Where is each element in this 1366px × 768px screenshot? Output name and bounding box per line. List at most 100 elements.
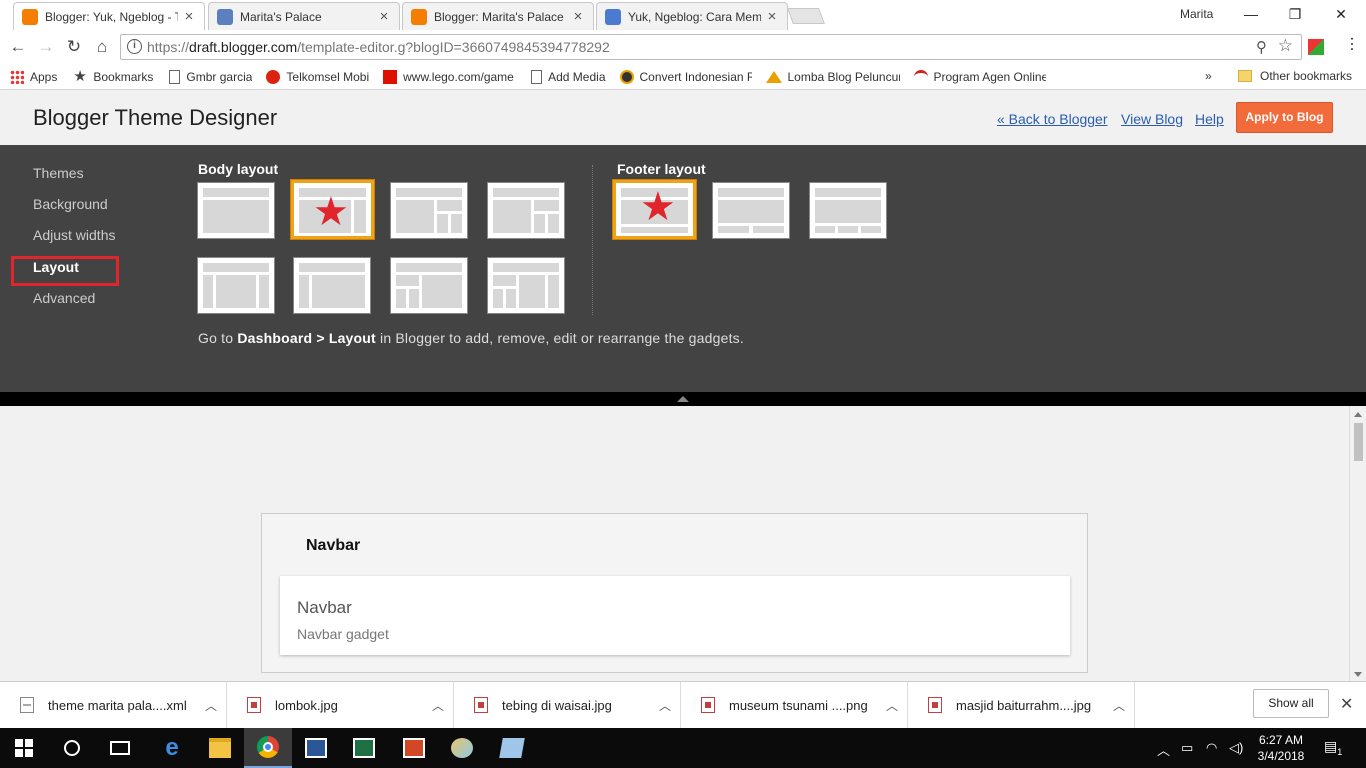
download-item[interactable]: lombok.jpg ︿ xyxy=(227,682,454,728)
paint-icon[interactable] xyxy=(438,728,486,768)
bookmark-lomba-blog[interactable]: Lomba Blog Peluncur xyxy=(765,70,900,84)
page-title: Blogger Theme Designer xyxy=(33,105,278,130)
body-layout-option-8[interactable] xyxy=(487,257,565,314)
close-tab-icon[interactable]: × xyxy=(377,8,391,25)
word-icon[interactable] xyxy=(292,728,340,768)
other-bookmarks[interactable]: Other bookmarks xyxy=(1238,69,1352,83)
chevron-up-icon[interactable]: ︿ xyxy=(423,697,453,714)
windows-taskbar: e ︿ ▭ ◠ ◁) 6:27 AM 3/4/2018 ▤1 xyxy=(0,728,1366,768)
body-layout-option-3[interactable] xyxy=(390,182,468,239)
tab-blogger-yuk-ngeblog[interactable]: Blogger: Yuk, Ngeblog - T × xyxy=(13,2,205,30)
task-view-icon[interactable] xyxy=(96,728,144,768)
volume-icon[interactable]: ◁) xyxy=(1229,740,1243,756)
body-layout-option-2-selected[interactable]: ★ xyxy=(291,180,374,239)
bookmark-gmbr-garcia[interactable]: Gmbr garcia xyxy=(169,69,252,84)
reload-icon[interactable]: ↻ xyxy=(63,36,85,58)
bookmark-telkomsel[interactable]: Telkomsel Mobi xyxy=(266,69,369,84)
download-item[interactable]: tebing di waisai.jpg ︿ xyxy=(454,682,681,728)
sidebar-item-adjust-widths[interactable]: Adjust widths xyxy=(33,227,115,243)
notification-center-icon[interactable]: ▤1 xyxy=(1324,738,1342,757)
chevron-up-icon[interactable]: ︿ xyxy=(877,697,907,714)
browser-tab-bar: Blogger: Yuk, Ngeblog - T × Marita's Pal… xyxy=(0,0,1366,30)
forward-arrow-icon[interactable]: → xyxy=(35,36,57,58)
bookmark-program-agen[interactable]: Program Agen Online xyxy=(913,69,1046,84)
restore-icon[interactable]: ❐ xyxy=(1280,3,1310,25)
minimize-icon[interactable]: — xyxy=(1236,3,1266,25)
tray-chevron-icon[interactable]: ︿ xyxy=(1157,740,1170,759)
navbar-section: Navbar Navbar Navbar gadget xyxy=(261,513,1088,673)
footer-layout-option-1-selected[interactable]: ★ xyxy=(613,180,696,239)
apply-to-blog-button[interactable]: Apply to Blog xyxy=(1236,102,1333,133)
system-clock[interactable]: 6:27 AM 3/4/2018 xyxy=(1255,732,1307,764)
body-layout-option-7[interactable] xyxy=(390,257,468,314)
download-item[interactable]: theme marita pala....xml ︿ xyxy=(0,682,227,728)
chrome-browser-icon[interactable] xyxy=(244,728,292,768)
url-input[interactable]: i https://draft.blogger.com/template-edi… xyxy=(120,34,1302,60)
back-to-blogger-link[interactable]: « Back to Blogger xyxy=(997,111,1108,127)
close-tab-icon[interactable]: × xyxy=(765,8,779,25)
preview-scrollbar[interactable] xyxy=(1349,406,1366,681)
new-tab-button[interactable] xyxy=(787,8,825,24)
panel-collapse-bar[interactable] xyxy=(0,392,1366,406)
chevron-up-icon[interactable]: ︿ xyxy=(650,697,680,714)
file-explorer-icon[interactable] xyxy=(196,728,244,768)
close-downloads-icon[interactable]: ✕ xyxy=(1340,694,1353,714)
excel-icon[interactable] xyxy=(340,728,388,768)
download-item[interactable]: museum tsunami ....png ︿ xyxy=(681,682,908,728)
chevron-up-icon[interactable]: ︿ xyxy=(1104,697,1134,714)
bookmark-lego[interactable]: www.lego.com/game xyxy=(383,69,517,84)
scroll-thumb[interactable] xyxy=(1354,423,1363,461)
chevron-up-icon[interactable]: ︿ xyxy=(196,697,226,714)
footer-layout-option-2[interactable] xyxy=(712,182,790,239)
navbar-gadget[interactable]: Navbar Navbar gadget xyxy=(280,576,1070,655)
scroll-down-icon[interactable] xyxy=(1354,672,1362,677)
close-tab-icon[interactable]: × xyxy=(182,8,196,25)
browser-menu-icon[interactable]: ⋯ xyxy=(1342,36,1361,52)
body-layout-option-5[interactable] xyxy=(197,257,275,314)
footer-layout-option-3[interactable] xyxy=(809,182,887,239)
body-layout-option-1[interactable] xyxy=(197,182,275,239)
convert-icon xyxy=(619,69,634,84)
body-layout-option-6[interactable] xyxy=(293,257,371,314)
notes-app-icon[interactable] xyxy=(488,728,536,768)
bookmark-apps[interactable]: Apps xyxy=(10,69,57,84)
page-icon xyxy=(169,69,181,84)
close-tab-icon[interactable]: × xyxy=(571,8,585,25)
powerpoint-icon[interactable] xyxy=(390,728,438,768)
navbar-gadget-subtitle: Navbar gadget xyxy=(297,626,389,642)
downloads-bar: theme marita pala....xml ︿ lombok.jpg ︿ … xyxy=(0,681,1366,728)
extension-icon[interactable] xyxy=(1308,39,1324,55)
back-arrow-icon[interactable]: ← xyxy=(7,36,29,58)
edge-browser-icon[interactable]: e xyxy=(148,728,196,768)
cortana-search-icon[interactable] xyxy=(48,728,96,768)
battery-icon[interactable]: ▭ xyxy=(1181,740,1193,756)
sidebar-item-advanced[interactable]: Advanced xyxy=(33,290,95,306)
selected-star-icon: ★ xyxy=(640,185,676,229)
tab-yuk-ngeblog-cara[interactable]: Yuk, Ngeblog: Cara Mem × xyxy=(596,2,788,30)
site-info-icon[interactable]: i xyxy=(127,39,142,54)
more-bookmarks-chevron-icon[interactable]: » xyxy=(1205,69,1212,83)
image-file-icon xyxy=(928,697,942,713)
bookmark-add-media[interactable]: Add Media xyxy=(531,69,606,84)
bookmark-star-icon[interactable]: ☆ xyxy=(1278,36,1293,56)
scroll-up-icon[interactable] xyxy=(1354,412,1362,417)
profile-name[interactable]: Marita xyxy=(1180,7,1213,21)
home-icon[interactable]: ⌂ xyxy=(91,36,113,58)
wifi-icon[interactable]: ◠ xyxy=(1206,740,1217,756)
sidebar-item-background[interactable]: Background xyxy=(33,196,108,212)
download-item[interactable]: masjid baiturrahm....jpg ︿ xyxy=(908,682,1135,728)
start-windows-icon[interactable] xyxy=(0,728,48,768)
tab-blogger-maritas-palace[interactable]: Blogger: Marita's Palace × xyxy=(402,2,594,30)
help-link[interactable]: Help xyxy=(1195,111,1224,127)
bookmark-bookmarks[interactable]: ★ Bookmarks xyxy=(73,69,153,84)
view-blog-link[interactable]: View Blog xyxy=(1121,111,1183,127)
close-window-icon[interactable]: ✕ xyxy=(1326,3,1356,25)
collapse-arrow-icon[interactable] xyxy=(677,396,689,402)
sidebar-item-themes[interactable]: Themes xyxy=(33,165,84,181)
show-all-downloads-button[interactable]: Show all xyxy=(1253,689,1329,718)
zoom-icon[interactable]: ⚲ xyxy=(1256,38,1267,56)
body-layout-option-4[interactable] xyxy=(487,182,565,239)
folder-icon xyxy=(1238,70,1252,82)
bookmark-convert[interactable]: Convert Indonesian R xyxy=(619,69,752,84)
tab-maritas-palace[interactable]: Marita's Palace × xyxy=(208,2,400,30)
